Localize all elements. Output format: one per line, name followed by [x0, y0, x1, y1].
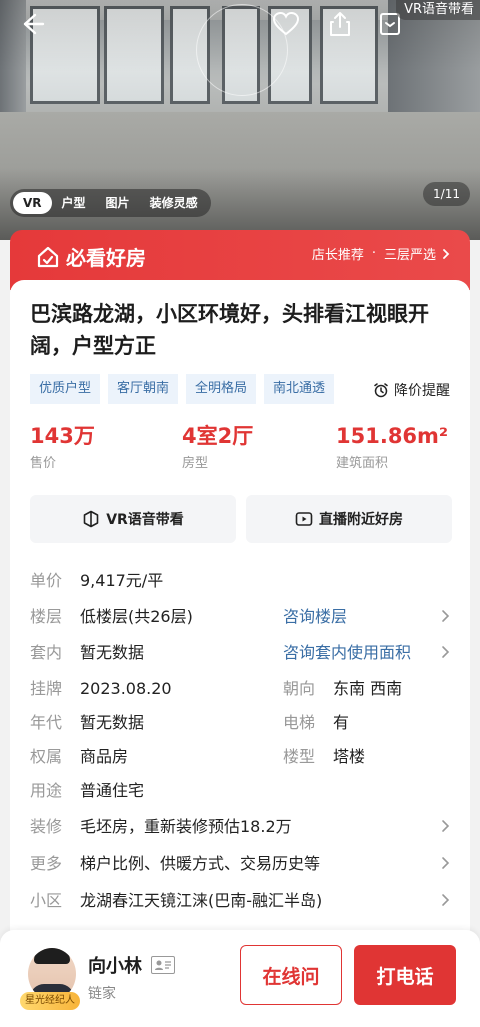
detail-year: 年代 暂无数据 电梯 有 [30, 711, 450, 735]
detail-value: 龙湖春江天镜江涞(巴南-融汇半岛) [80, 891, 323, 910]
detail-value: 东南 西南 [333, 679, 403, 698]
detail-key: 朝向 [283, 679, 316, 698]
detail-key: 年代 [30, 713, 63, 732]
detail-listed: 挂牌 2023.08.20 朝向 东南 西南 [30, 677, 450, 701]
agent-badge: 星光经纪人 [20, 992, 80, 1010]
back-arrow-icon [23, 13, 45, 35]
stat-price-label: 售价 [30, 456, 57, 471]
detail-value: 暂无数据 [80, 643, 145, 662]
detail-value: 有 [333, 713, 350, 732]
image-counter: 1/11 [423, 182, 470, 206]
business-card-icon[interactable] [151, 956, 175, 974]
must-see-logo-text: 必看好房 [66, 246, 146, 270]
recommend-right: 三层严选 [383, 248, 436, 263]
house-logo-icon [37, 246, 59, 267]
price-alert-button[interactable]: 降价提醒 [373, 380, 450, 400]
play-video-icon [295, 512, 313, 526]
detail-inner-area[interactable]: 套内 暂无数据 咨询套内使用面积 [30, 641, 450, 665]
vr-voice-tag[interactable]: VR语音带看 [396, 0, 480, 20]
stat-layout-value: 4室2厅 [182, 424, 254, 448]
price-alert-label: 降价提醒 [394, 383, 450, 399]
detail-value: 2023.08.20 [80, 679, 172, 698]
detail-value: 塔楼 [333, 747, 366, 766]
chevron-right-icon [442, 610, 450, 622]
stat-area: 151.86m² 建筑面积 [336, 422, 448, 471]
detail-key: 电梯 [283, 713, 316, 732]
id-card-icon [155, 960, 171, 970]
favorite-button[interactable] [270, 8, 302, 40]
back-button[interactable] [16, 8, 48, 40]
stat-layout: 4室2厅 房型 [182, 422, 253, 471]
listing-title: 巴滨路龙湖，小区环境好，头排看江视眼开阔，户型方正 [30, 302, 429, 358]
detail-key: 装修 [30, 817, 63, 836]
detail-key: 楼层 [30, 607, 63, 626]
detail-more[interactable]: 更多 梯户比例、供暖方式、交易历史等 [30, 852, 450, 876]
stat-price-value: 143万 [30, 424, 95, 448]
detail-value: 9,417元/平 [80, 571, 164, 590]
feature-tag: 南北通透 [264, 374, 335, 404]
media-tab-vr[interactable]: VR [13, 192, 52, 214]
vr-voice-tag-label: VR语音带看 [404, 2, 474, 17]
listing-card: 巴滨路龙湖，小区环境好，头排看江视眼开阔，户型方正 优质户型 客厅朝南 全明格局… [10, 280, 470, 940]
feature-tags: 优质户型 客厅朝南 全明格局 南北通透 [30, 374, 342, 404]
detail-value: 毛坯房，重新装修预估18.2万 [80, 817, 292, 836]
agent-name[interactable]: 向小林 [88, 952, 142, 978]
stat-layout-label: 房型 [182, 456, 209, 471]
detail-key: 单价 [30, 571, 63, 590]
live-nearby-button[interactable]: 直播附近好房 [246, 495, 452, 543]
detail-community[interactable]: 小区 龙湖春江天镜江涞(巴南-融汇半岛) [30, 889, 450, 913]
detail-value: 普通住宅 [80, 781, 145, 800]
alarm-clock-icon [374, 383, 388, 398]
detail-key: 用途 [30, 781, 63, 800]
online-chat-button[interactable]: 在线问 [240, 945, 342, 1005]
detail-value: 商品房 [80, 747, 129, 766]
call-button[interactable]: 打电话 [354, 945, 456, 1005]
live-nearby-label: 直播附近好房 [319, 512, 403, 528]
chevron-right-icon [442, 646, 450, 658]
feature-tag: 全明格局 [186, 374, 257, 404]
detail-value: 梯户比例、供暖方式、交易历史等 [80, 854, 321, 873]
detail-ownership: 权属 商品房 楼型 塔楼 [30, 745, 450, 769]
detail-key: 套内 [30, 643, 63, 662]
share-button[interactable] [324, 8, 356, 40]
stat-price: 143万 售价 [30, 422, 95, 471]
must-see-logo: 必看好房 [36, 242, 146, 271]
media-tab-photos[interactable]: 图片 [96, 192, 140, 214]
media-tabs: VR 户型 图片 装修灵感 [10, 189, 211, 217]
recommend-dot: · [371, 246, 376, 261]
recommend-left: 店长推荐 [311, 248, 364, 263]
detail-key: 小区 [30, 891, 63, 910]
vr-voice-tour-button[interactable]: VR语音带看 [30, 495, 236, 543]
detail-key: 权属 [30, 747, 63, 766]
stat-area-value: 151.86m² [336, 424, 449, 448]
feature-tag: 客厅朝南 [108, 374, 179, 404]
detail-key: 挂牌 [30, 679, 63, 698]
vr-cube-icon [83, 510, 99, 528]
chevron-right-icon [442, 857, 450, 869]
agent-bar: 星光经纪人 向小林 链家 在线问 打电话 [0, 930, 480, 1027]
detail-floor[interactable]: 楼层 低楼层(共26层) 咨询楼层 [30, 605, 450, 629]
detail-decoration[interactable]: 装修 毛坯房，重新装修预估18.2万 [30, 815, 450, 839]
avatar-hair [34, 948, 70, 964]
stat-area-label: 建筑面积 [336, 456, 389, 471]
heart-icon [272, 11, 300, 36]
vr-voice-tour-label: VR语音带看 [106, 512, 184, 528]
media-tab-decor[interactable]: 装修灵感 [140, 192, 208, 214]
detail-value: 低楼层(共26层) [80, 607, 193, 626]
media-tab-floorplan[interactable]: 户型 [52, 192, 96, 214]
chevron-right-icon [442, 894, 450, 906]
chevron-right-icon [442, 820, 450, 832]
feature-tag: 优质户型 [30, 374, 101, 404]
share-icon [330, 12, 350, 36]
agent-company: 链家 [88, 986, 116, 1002]
consult-inner-area-link[interactable]: 咨询套内使用面积 [283, 641, 411, 665]
detail-value: 暂无数据 [80, 713, 145, 732]
detail-key: 楼型 [283, 747, 316, 766]
consult-floor-link[interactable]: 咨询楼层 [283, 605, 347, 629]
detail-usage: 用途 普通住宅 [30, 779, 450, 803]
recommend-link[interactable]: 店长推荐 · 三层严选 [312, 244, 452, 263]
detail-unit-price: 单价 9,417元/平 [30, 569, 450, 593]
detail-key: 更多 [30, 854, 63, 873]
chevron-right-icon [443, 248, 450, 259]
